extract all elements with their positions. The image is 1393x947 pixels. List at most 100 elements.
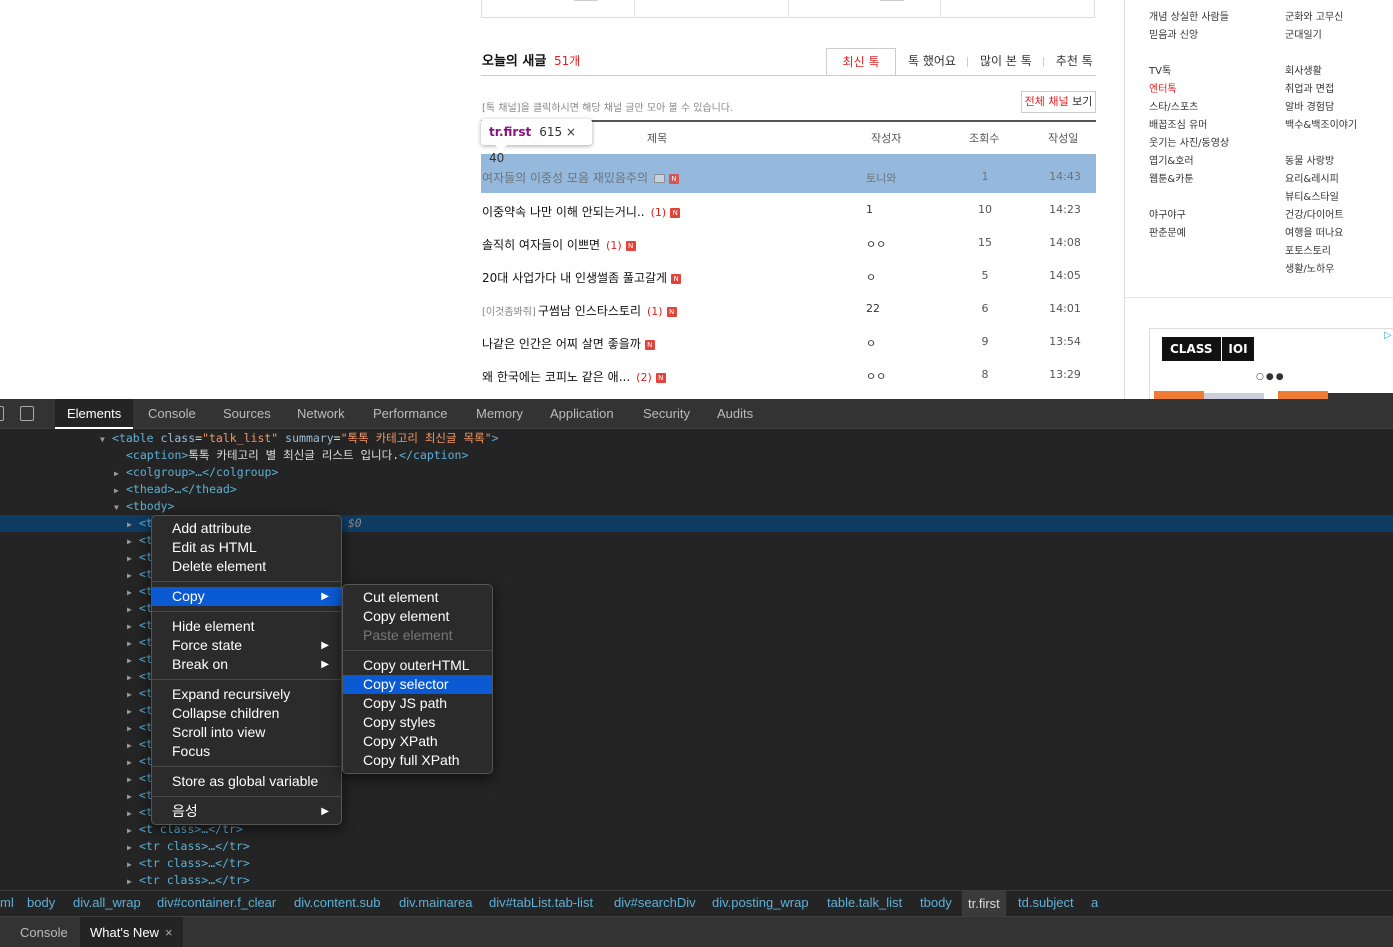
- dom-node-tr[interactable]: ▶ <t: [127, 617, 153, 634]
- tab-sources[interactable]: Sources: [223, 399, 271, 429]
- menu-item-copy-styles[interactable]: Copy styles: [343, 713, 492, 732]
- breadcrumb-item[interactable]: a: [1091, 895, 1098, 910]
- expanded-triangle-icon[interactable]: ▼: [114, 499, 126, 516]
- collapsed-triangle-icon[interactable]: ▶: [127, 516, 139, 533]
- row-author[interactable]: 1: [866, 203, 873, 216]
- collapsed-triangle-icon[interactable]: ▶: [127, 703, 139, 720]
- all-channels-button[interactable]: 전체 채널 보기: [1021, 91, 1096, 113]
- menu-item-cut-element[interactable]: Cut element: [343, 588, 492, 607]
- sidebar-link[interactable]: 백수&백조이야기: [1285, 116, 1357, 131]
- breadcrumb-item[interactable]: div.posting_wrap: [712, 895, 809, 910]
- sidebar-link[interactable]: 야구야구: [1149, 206, 1186, 221]
- sidebar-link[interactable]: 알바 경험담: [1285, 98, 1334, 113]
- row-subject[interactable]: 솔직히 여자들이 이쁘면 (1) N: [482, 236, 636, 253]
- breadcrumb-item[interactable]: tbody: [920, 895, 952, 910]
- collapsed-triangle-icon[interactable]: ▶: [127, 686, 139, 703]
- row-channel-tag[interactable]: [이것좀봐줘]: [482, 307, 536, 318]
- row-author[interactable]: 22: [866, 302, 880, 315]
- dom-node-tr[interactable]: ▶ <t: [127, 685, 153, 702]
- table-row[interactable]: 솔직히 여자들이 이쁘면 (1) N ㅇㅇ 15 14:08: [481, 226, 1096, 259]
- menu-item-expand-recursively[interactable]: Expand recursively: [152, 685, 341, 704]
- collapsed-triangle-icon[interactable]: ▶: [127, 788, 139, 805]
- ad-banner[interactable]: CLASS IOI ○●●: [1149, 328, 1393, 399]
- row-author[interactable]: ㅇ: [866, 335, 876, 351]
- sidebar-link[interactable]: 스타/스포츠: [1149, 98, 1198, 113]
- sidebar-link[interactable]: 취업과 면접: [1285, 80, 1334, 95]
- menu-item-edit-as-html[interactable]: Edit as HTML: [152, 538, 341, 557]
- row-author[interactable]: 토니와: [866, 170, 896, 186]
- dom-node-tr[interactable]: ▶ <tr class>…</tr>: [127, 872, 250, 889]
- collapsed-triangle-icon[interactable]: ▶: [127, 720, 139, 737]
- sidebar-link[interactable]: 판춘문예: [1149, 224, 1186, 239]
- collapsed-triangle-icon[interactable]: ▶: [127, 754, 139, 771]
- dom-node-tr[interactable]: ▶ <t: [127, 651, 153, 668]
- collapsed-triangle-icon[interactable]: ▶: [127, 652, 139, 669]
- collapsed-triangle-icon[interactable]: ▶: [127, 567, 139, 584]
- collapsed-triangle-icon[interactable]: ▶: [127, 822, 139, 839]
- dom-node-tr[interactable]: ▶ <t: [127, 770, 153, 787]
- menu-item-copy-full-xpath[interactable]: Copy full XPath: [343, 751, 492, 770]
- tab-application[interactable]: Application: [550, 399, 614, 429]
- menu-item-copy-js-path[interactable]: Copy JS path: [343, 694, 492, 713]
- collapsed-triangle-icon[interactable]: ▶: [127, 669, 139, 686]
- dom-node-tr[interactable]: ▶ <t: [127, 787, 153, 804]
- sidebar-link[interactable]: 믿음과 신앙: [1149, 26, 1198, 41]
- collapsed-triangle-icon[interactable]: ▶: [114, 482, 126, 499]
- breadcrumb-item[interactable]: ml: [0, 895, 14, 910]
- menu-item-copy-xpath[interactable]: Copy XPath: [343, 732, 492, 751]
- device-toolbar-icon[interactable]: [20, 406, 34, 421]
- table-row[interactable]: 왜 한국에는 코피노 같은 애... (2) N ㅇㅇ 8 13:29: [481, 358, 1096, 391]
- tab-most-viewed[interactable]: 많이 본 톡: [968, 48, 1044, 76]
- dom-node-tr[interactable]: ▶ <t: [127, 702, 153, 719]
- dom-node-tr[interactable]: ▶ <t: [127, 566, 153, 583]
- sidebar-link[interactable]: 개념 상실한 사람들: [1149, 8, 1229, 23]
- table-row[interactable]: 나같은 인간은 어찌 살면 좋을까 N ㅇ 9 13:54: [481, 325, 1096, 358]
- collapsed-triangle-icon[interactable]: ▶: [127, 771, 139, 788]
- menu-item-force-state[interactable]: Force state ▶: [152, 636, 341, 655]
- menu-item-scroll-into-view[interactable]: Scroll into view: [152, 723, 341, 742]
- collapsed-triangle-icon[interactable]: ▶: [127, 839, 139, 856]
- sidebar-link[interactable]: 엽기&호러: [1149, 152, 1194, 167]
- sidebar-link[interactable]: 동물 사랑방: [1285, 152, 1334, 167]
- breadcrumb-item-active[interactable]: tr.first: [962, 891, 1006, 917]
- row-subject[interactable]: [이것좀봐줘] 구썸남 인스타스토리 (1) N: [482, 302, 677, 319]
- breadcrumb-item[interactable]: td.subject: [1018, 895, 1074, 910]
- tab-network[interactable]: Network: [297, 399, 345, 429]
- collapsed-triangle-icon[interactable]: ▶: [127, 601, 139, 618]
- sidebar-link[interactable]: 뷰티&스타일: [1285, 188, 1339, 203]
- table-row[interactable]: 20대 사업가다 내 인생썰좀 풀고갈게 N ㅇ 5 14:05: [481, 259, 1096, 292]
- breadcrumb-item[interactable]: div#container.f_clear: [157, 895, 276, 910]
- tab-audits[interactable]: Audits: [717, 399, 753, 429]
- breadcrumb-item[interactable]: div.mainarea: [399, 895, 472, 910]
- menu-item-copy[interactable]: Copy ▶: [152, 587, 341, 606]
- dom-node-tbody[interactable]: ▼ <tbody>: [114, 498, 174, 515]
- tab-security[interactable]: Security: [643, 399, 690, 429]
- collapsed-triangle-icon[interactable]: ▶: [114, 465, 126, 482]
- dom-node-thead[interactable]: ▶ <thead>…</thead>: [114, 481, 237, 498]
- dom-node-table[interactable]: ▼ <table class="talk_list" summary="톡톡 카테…: [100, 430, 499, 447]
- tab-console[interactable]: Console: [148, 399, 196, 429]
- adchoices-icon[interactable]: ▷: [1384, 330, 1393, 342]
- breadcrumb-item[interactable]: div#searchDiv: [614, 895, 696, 910]
- menu-item-break-on[interactable]: Break on ▶: [152, 655, 341, 674]
- close-icon[interactable]: ×: [165, 925, 173, 940]
- menu-item-delete-element[interactable]: Delete element: [152, 557, 341, 576]
- table-row[interactable]: 여자들의 이중성 모음 재밌음주의 N 토니와 1 14:43: [481, 154, 1096, 193]
- row-author[interactable]: ㅇㅇ: [866, 368, 886, 384]
- menu-item-copy-selector[interactable]: Copy selector: [343, 675, 492, 694]
- collapsed-triangle-icon[interactable]: ▶: [127, 533, 139, 550]
- dom-node-tr[interactable]: ▶ <t: [127, 583, 153, 600]
- menu-item-copy-element[interactable]: Copy element: [343, 607, 492, 626]
- breadcrumb-item[interactable]: table.talk_list: [827, 895, 902, 910]
- dom-node-tr[interactable]: ▶ <t: [127, 719, 153, 736]
- expanded-triangle-icon[interactable]: ▼: [100, 431, 112, 448]
- sidebar-link[interactable]: 요리&레시피: [1285, 170, 1339, 185]
- breadcrumb-item[interactable]: div#tabList.tab-list: [489, 895, 593, 910]
- inspect-element-icon[interactable]: [0, 406, 4, 421]
- menu-item-focus[interactable]: Focus: [152, 742, 341, 761]
- dom-node-tr[interactable]: ▶ <tr class>…</tr>: [127, 855, 250, 872]
- sidebar-link[interactable]: 건강/다이어트: [1285, 206, 1344, 221]
- menu-item-copy-outerhtml[interactable]: Copy outerHTML: [343, 656, 492, 675]
- menu-item-hide-element[interactable]: Hide element: [152, 617, 341, 636]
- dom-node-tr[interactable]: ▶ <t: [127, 549, 153, 566]
